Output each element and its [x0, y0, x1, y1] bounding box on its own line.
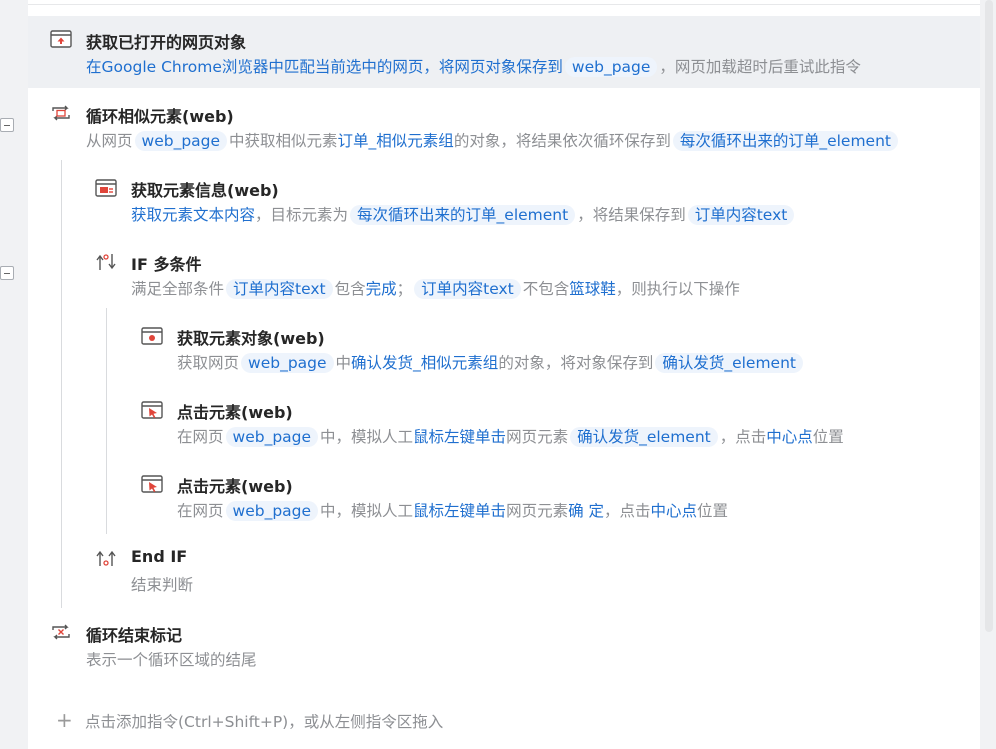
desc-text: 在网页 — [177, 428, 224, 446]
variable-chip[interactable]: 订单内容text — [414, 279, 521, 299]
desc-text: 网页加载超时后重试此指令 — [674, 58, 861, 76]
step-title: 点击元素(web) — [177, 403, 293, 422]
desc-keyword: 完成 — [365, 280, 397, 298]
plus-icon: + — [56, 708, 73, 732]
step-description: 在网页 web_page 中，模拟人工鼠标左键单击网页元素 确认发货_element，… — [177, 424, 844, 450]
desc-keyword: 中心点 — [766, 428, 813, 446]
desc-text: 将结果保存到 — [592, 206, 686, 224]
step-description: 在Google Chrome浏览器中匹配当前选中的网页，将网页对象保存到 web_… — [86, 54, 861, 80]
variable-chip[interactable]: 订单内容text — [226, 279, 333, 299]
desc-text: ，点击 — [604, 502, 651, 520]
desc-text: ，则执行以下操作 — [615, 280, 740, 298]
step-description: 获取网页 web_page 中确认发货_相似元素组的对象，将对象保存到 确认发货_el… — [177, 350, 805, 376]
desc-text: ， — [577, 206, 593, 224]
desc-text: 获取网页 — [177, 354, 240, 372]
desc-text: 表示一个循环区域的结尾 — [86, 651, 257, 669]
desc-text: ， — [659, 58, 675, 76]
step-description: 表示一个循环区域的结尾 — [86, 647, 257, 673]
variable-chip[interactable]: web_page — [241, 353, 334, 373]
desc-text: 从网页 — [86, 132, 133, 150]
desc-keyword: 中心点 — [650, 502, 698, 520]
step-description: 满足全部条件 订单内容text 包含完成； 订单内容text 不包含篮球鞋，则执行以下操… — [131, 276, 740, 302]
desc-text: 位置 — [697, 502, 729, 520]
click-element-icon — [141, 475, 163, 493]
desc-keyword: 在Google Chrome浏览器中匹配当前选中的网页，将网页对象保存到 — [86, 58, 563, 76]
variable-chip[interactable]: web_page — [225, 427, 319, 447]
desc-text: 包含 — [334, 280, 366, 298]
end-if-icon — [96, 550, 116, 566]
desc-text: 中，模拟人工 — [320, 502, 414, 520]
step-description: 在网页 web_page 中，模拟人工鼠标左键单击网页元素确 定，点击中心点位置 — [177, 498, 728, 524]
variable-chip[interactable]: 确认发货_element — [655, 353, 803, 373]
element-link[interactable]: 订单_相似元素组 — [338, 132, 454, 150]
element-link[interactable]: 确 定 — [568, 502, 604, 520]
desc-text: 结束判断 — [131, 576, 194, 594]
step-title: 获取已打开的网页对象 — [86, 33, 247, 52]
desc-text: 中，模拟人工 — [320, 428, 414, 446]
desc-text: 不包含 — [522, 280, 570, 298]
step-title: End IF — [131, 547, 188, 566]
desc-keyword: 获取元素文本内容 — [131, 206, 256, 224]
desc-text: 中 — [335, 354, 352, 372]
step-description: 从网页 web_page 中获取相似元素订单_相似元素组的对象，将结果依次循环保存到… — [86, 128, 900, 154]
step-title: 点击元素(web) — [177, 477, 293, 496]
desc-text: ，目标元素为 — [255, 206, 349, 224]
collapse-if-button[interactable] — [0, 266, 14, 280]
variable-chip[interactable]: 订单内容text — [687, 205, 795, 225]
scrollbar[interactable] — [985, 0, 993, 632]
element-info-icon — [95, 179, 117, 197]
variable-chip[interactable]: web_page — [225, 501, 319, 521]
step-title: 获取元素信息(web) — [131, 181, 279, 200]
collapse-loop-button[interactable] — [0, 118, 14, 132]
element-object-icon — [141, 327, 163, 345]
variable-chip[interactable]: web_page — [134, 131, 228, 151]
step-description: 结束判断 — [131, 572, 193, 598]
desc-text: ，点击 — [719, 428, 767, 446]
divider — [28, 4, 980, 5]
loop-end-icon — [52, 624, 70, 640]
add-instruction-button[interactable]: + 点击添加指令(Ctrl+Shift+P)，或从左侧指令区拖入 — [28, 704, 980, 738]
loop-icon — [52, 105, 70, 121]
element-link[interactable]: 确认发货_相似元素组 — [351, 354, 498, 372]
add-instruction-text: 点击添加指令(Ctrl+Shift+P)，或从左侧指令区拖入 — [85, 713, 444, 731]
desc-text: 的对象，将对象保存到 — [498, 354, 654, 372]
desc-keyword: 篮球鞋 — [569, 280, 616, 298]
desc-text: 满足全部条件 — [131, 280, 225, 298]
desc-text: ； — [396, 280, 413, 298]
variable-chip[interactable]: 每次循环出来的订单_element — [672, 131, 898, 151]
step-title: 循环结束标记 — [86, 626, 183, 645]
step-title: 循环相似元素(web) — [86, 107, 234, 126]
desc-keyword: 鼠标左键单击 — [413, 502, 507, 520]
variable-chip[interactable]: 确认发货_element — [570, 427, 718, 447]
desc-text: 在网页 — [177, 502, 224, 520]
click-element-icon — [141, 401, 163, 419]
desc-text: 的对象，将结果依次循环保存到 — [453, 132, 671, 150]
step-description: 获取元素文本内容，目标元素为 每次循环出来的订单_element ，将结果保存到 订单… — [131, 202, 796, 228]
desc-text: 位置 — [812, 428, 844, 446]
browser-open-icon — [50, 30, 72, 48]
variable-chip[interactable]: web_page — [564, 57, 658, 77]
desc-text: 网页元素 — [506, 502, 569, 520]
if-icon — [96, 254, 116, 270]
desc-text: 网页元素 — [506, 428, 569, 446]
step-title: 获取元素对象(web) — [177, 329, 325, 348]
desc-keyword: 鼠标左键单击 — [413, 428, 507, 446]
variable-chip[interactable]: 每次循环出来的订单_element — [350, 205, 576, 225]
step-title: IF 多条件 — [131, 255, 202, 274]
desc-text: 中获取相似元素 — [229, 132, 338, 150]
